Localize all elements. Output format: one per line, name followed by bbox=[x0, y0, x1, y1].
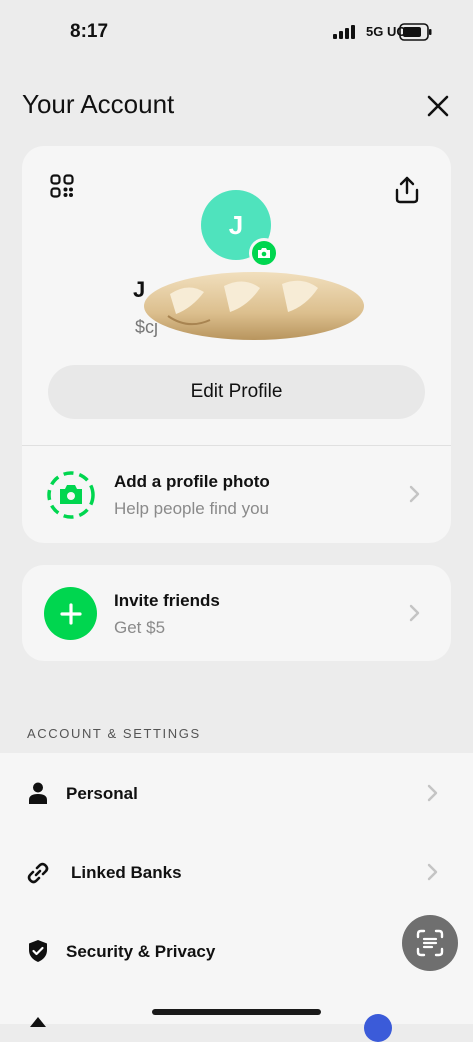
settings-item-linked-banks[interactable]: Linked Banks bbox=[0, 832, 473, 911]
person-icon bbox=[29, 782, 47, 804]
page-title: Your Account bbox=[22, 89, 175, 119]
settings-item-label: Personal bbox=[66, 784, 138, 803]
chevron-right-icon bbox=[409, 485, 420, 503]
battery-icon bbox=[399, 23, 432, 41]
partial-row-icon bbox=[30, 1017, 46, 1027]
close-button[interactable] bbox=[424, 92, 452, 120]
edit-profile-button[interactable]: Edit Profile bbox=[48, 365, 425, 419]
invite-subtitle: Get $5 bbox=[114, 618, 166, 637]
home-indicator bbox=[152, 1009, 321, 1015]
add-photo-subtitle: Help people find you bbox=[114, 499, 270, 518]
share-icon[interactable] bbox=[394, 176, 420, 204]
scan-button[interactable] bbox=[402, 915, 458, 971]
camera-icon bbox=[258, 248, 270, 258]
bread-sticker bbox=[144, 272, 364, 340]
profile-card: J J $cj Edit Profile Add a profile photo… bbox=[22, 146, 451, 543]
status-time: 8:17 bbox=[70, 21, 109, 42]
partial-badge bbox=[364, 1014, 392, 1042]
invite-friends-card[interactable]: Invite friends Get $5 bbox=[22, 565, 451, 661]
chevron-right-icon bbox=[409, 604, 420, 622]
chevron-right-icon bbox=[427, 784, 438, 802]
settings-item-label: Security & Privacy bbox=[66, 942, 216, 961]
settings-list: Personal Linked Banks Security & Privacy bbox=[0, 753, 473, 1042]
section-label: ACCOUNT & SETTINGS bbox=[27, 726, 201, 741]
link-icon bbox=[27, 862, 49, 884]
settings-item-personal[interactable]: Personal bbox=[0, 753, 473, 832]
invite-title: Invite friends bbox=[114, 591, 220, 610]
shield-icon bbox=[29, 940, 47, 962]
qr-code-icon[interactable] bbox=[50, 174, 74, 198]
status-bar: 8:17 5G UC bbox=[0, 0, 473, 64]
settings-item-label: Linked Banks bbox=[71, 863, 182, 882]
dashed-camera-icon bbox=[47, 471, 95, 519]
cellular-signal-icon bbox=[333, 25, 355, 39]
chevron-right-icon bbox=[427, 863, 438, 881]
add-profile-photo-row[interactable]: Add a profile photo Help people find you bbox=[22, 446, 451, 543]
plus-icon bbox=[44, 587, 97, 640]
scan-document-icon bbox=[416, 929, 444, 957]
add-photo-title: Add a profile photo bbox=[114, 472, 270, 491]
